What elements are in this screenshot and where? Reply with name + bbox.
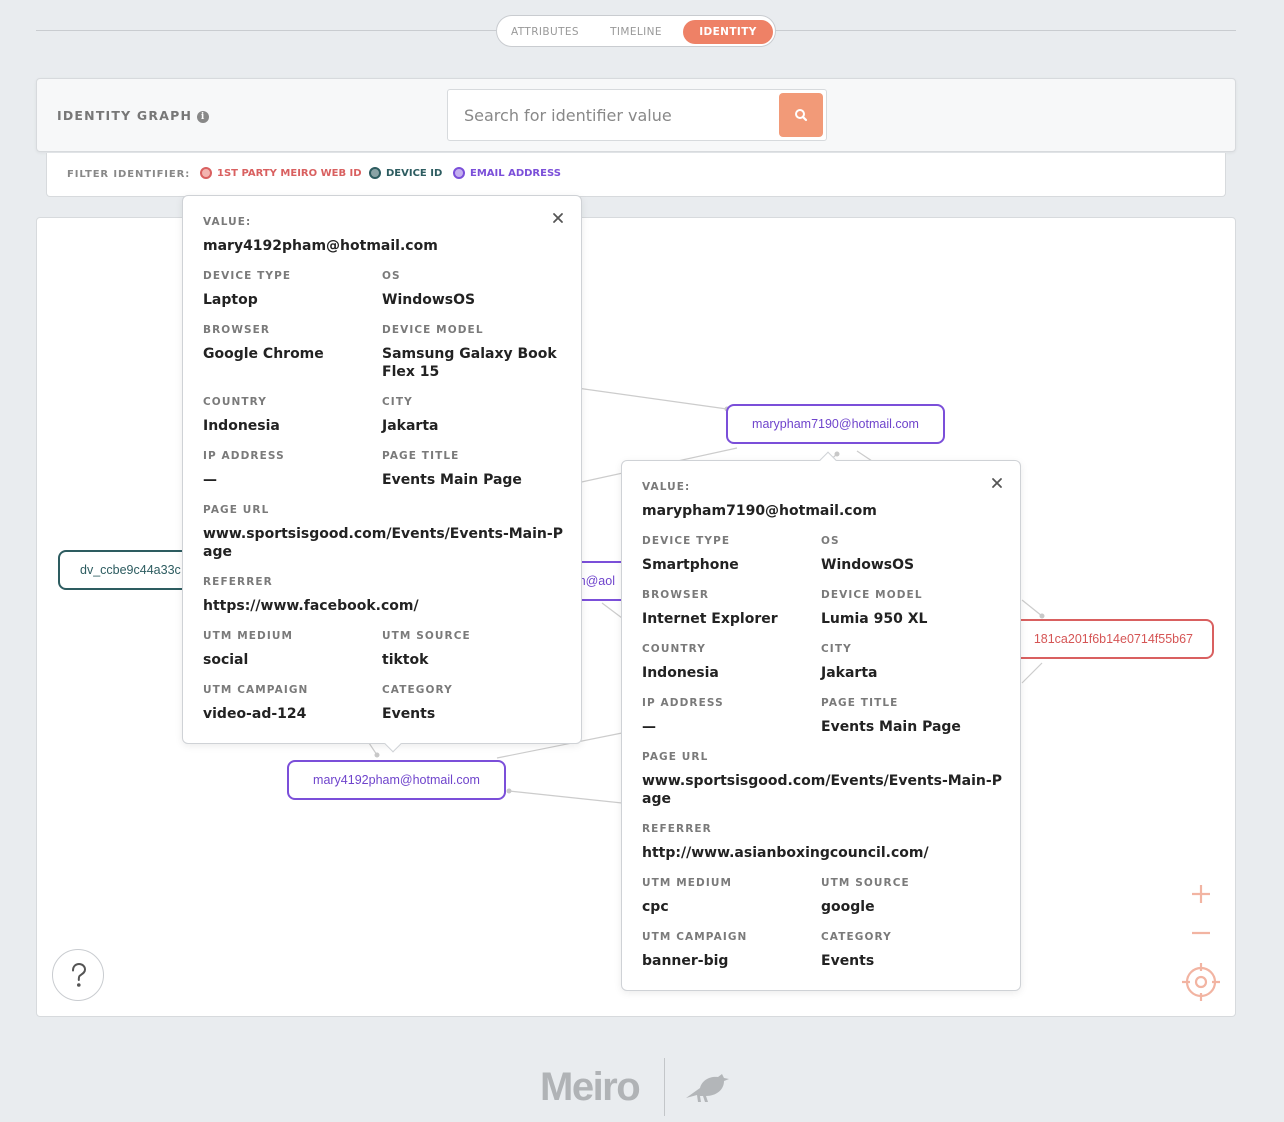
page-title-label: PAGE TITLE bbox=[821, 697, 899, 709]
city-label: CITY bbox=[821, 643, 852, 655]
close-icon[interactable] bbox=[990, 476, 1004, 490]
referrer-value: http://www.asianboxingcouncil.com/ bbox=[642, 845, 929, 861]
device-model-label: DEVICE MODEL bbox=[382, 324, 484, 336]
device-type-label: DEVICE TYPE bbox=[642, 535, 731, 547]
country-value: Indonesia bbox=[642, 665, 719, 681]
value: marypham7190@hotmail.com bbox=[642, 503, 877, 519]
view-tabs: ATTRIBUTES TIMELINE IDENTITY bbox=[496, 15, 776, 47]
device-type-value: Smartphone bbox=[642, 557, 739, 573]
value-label: VALUE: bbox=[642, 481, 691, 493]
utm-medium-value: social bbox=[203, 652, 249, 668]
help-button[interactable] bbox=[52, 949, 104, 1001]
tab-timeline[interactable]: TIMELINE bbox=[593, 20, 679, 44]
browser-label: BROWSER bbox=[203, 324, 271, 336]
category-value: Events bbox=[821, 953, 875, 969]
graph-node-email[interactable]: marypham7190@hotmail.com bbox=[726, 404, 945, 444]
tab-attributes[interactable]: ATTRIBUTES bbox=[501, 20, 589, 44]
page-url-value: www.sportsisgood.com/Events/Events-Main-… bbox=[642, 773, 1002, 807]
device-type-value: Laptop bbox=[203, 292, 258, 308]
device-model-label: DEVICE MODEL bbox=[821, 589, 923, 601]
page-title-value: Events Main Page bbox=[382, 472, 522, 488]
utm-source-value: google bbox=[821, 899, 875, 915]
browser-value: Internet Explorer bbox=[642, 611, 778, 627]
os-value: WindowsOS bbox=[821, 557, 915, 573]
search-input[interactable] bbox=[448, 90, 773, 140]
utm-source-value: tiktok bbox=[382, 652, 429, 668]
ip-address-label: IP ADDRESS bbox=[203, 450, 285, 462]
utm-campaign-label: UTM CAMPAIGN bbox=[203, 684, 309, 696]
utm-medium-label: UTM MEDIUM bbox=[203, 630, 294, 642]
search-box bbox=[447, 89, 827, 141]
question-icon bbox=[72, 962, 87, 987]
ip-address-value: — bbox=[203, 472, 217, 488]
page-url-value: www.sportsisgood.com/Events/Events-Main-… bbox=[203, 526, 563, 560]
page-url-label: PAGE URL bbox=[203, 504, 270, 516]
filter-bar: FILTER IDENTIFIER: 1ST PARTY MEIRO WEB I… bbox=[46, 153, 1226, 197]
browser-value: Google Chrome bbox=[203, 346, 324, 362]
utm-medium-value: cpc bbox=[642, 899, 669, 915]
country-label: COUNTRY bbox=[203, 396, 267, 408]
utm-campaign-label: UTM CAMPAIGN bbox=[642, 931, 748, 943]
device-model-value: Samsung Galaxy Book Flex 15 bbox=[382, 346, 557, 380]
filter-label: FILTER IDENTIFIER: bbox=[67, 169, 191, 180]
ip-address-label: IP ADDRESS bbox=[642, 697, 724, 709]
tab-identity[interactable]: IDENTITY bbox=[683, 20, 773, 44]
page-url-label: PAGE URL bbox=[642, 751, 709, 763]
email-dot-icon bbox=[453, 167, 465, 179]
utm-source-label: UTM SOURCE bbox=[382, 630, 471, 642]
zoom-out-icon[interactable] bbox=[1190, 922, 1212, 944]
os-label: OS bbox=[382, 270, 401, 282]
search-icon bbox=[795, 109, 808, 122]
bird-logo-icon bbox=[686, 1074, 729, 1102]
value-label: VALUE: bbox=[203, 216, 252, 228]
device-model-value: Lumia 950 XL bbox=[821, 611, 928, 627]
page-title-value: Events Main Page bbox=[821, 719, 961, 735]
graph-node-email[interactable]: mary4192pham@hotmail.com bbox=[287, 760, 506, 800]
country-label: COUNTRY bbox=[642, 643, 706, 655]
city-label: CITY bbox=[382, 396, 413, 408]
referrer-label: REFERRER bbox=[203, 576, 273, 588]
utm-campaign-value: banner-big bbox=[642, 953, 729, 969]
footer-divider bbox=[664, 1058, 665, 1116]
city-value: Jakarta bbox=[382, 418, 439, 434]
identifier-detail-popup: VALUE: mary4192pham@hotmail.com DEVICE T… bbox=[182, 195, 582, 753]
page-title-label: PAGE TITLE bbox=[382, 450, 460, 462]
zoom-in-icon[interactable] bbox=[1190, 883, 1212, 905]
search-button[interactable] bbox=[779, 93, 823, 137]
filter-chip-device-id[interactable]: DEVICE ID bbox=[369, 166, 442, 182]
country-value: Indonesia bbox=[203, 418, 280, 434]
utm-campaign-value: video-ad-124 bbox=[203, 706, 307, 722]
meiro-logo: Meiro bbox=[540, 1065, 641, 1109]
category-label: CATEGORY bbox=[821, 931, 892, 943]
city-value: Jakarta bbox=[821, 665, 878, 681]
identifier-detail-popup: VALUE: marypham7190@hotmail.com DEVICE T… bbox=[621, 451, 1021, 991]
recenter-icon[interactable] bbox=[1180, 961, 1222, 1003]
os-label: OS bbox=[821, 535, 840, 547]
category-value: Events bbox=[382, 706, 436, 722]
os-value: WindowsOS bbox=[382, 292, 476, 308]
ip-address-value: — bbox=[642, 719, 656, 735]
utm-medium-label: UTM MEDIUM bbox=[642, 877, 733, 889]
browser-label: BROWSER bbox=[642, 589, 710, 601]
identity-graph-title: IDENTITY GRAPH i bbox=[57, 108, 210, 123]
category-label: CATEGORY bbox=[382, 684, 453, 696]
utm-source-label: UTM SOURCE bbox=[821, 877, 910, 889]
close-icon[interactable] bbox=[551, 211, 565, 225]
referrer-label: REFERRER bbox=[642, 823, 712, 835]
filter-chip-web-id[interactable]: 1ST PARTY MEIRO WEB ID bbox=[200, 166, 362, 182]
device-type-label: DEVICE TYPE bbox=[203, 270, 292, 282]
device-id-dot-icon bbox=[369, 167, 381, 179]
filter-chip-email[interactable]: EMAIL ADDRESS bbox=[453, 166, 561, 182]
identity-graph-header: IDENTITY GRAPH i bbox=[36, 78, 1236, 152]
info-icon[interactable]: i bbox=[197, 111, 210, 123]
referrer-value: https://www.facebook.com/ bbox=[203, 598, 419, 614]
value: mary4192pham@hotmail.com bbox=[203, 238, 438, 254]
web-id-dot-icon bbox=[200, 167, 212, 179]
